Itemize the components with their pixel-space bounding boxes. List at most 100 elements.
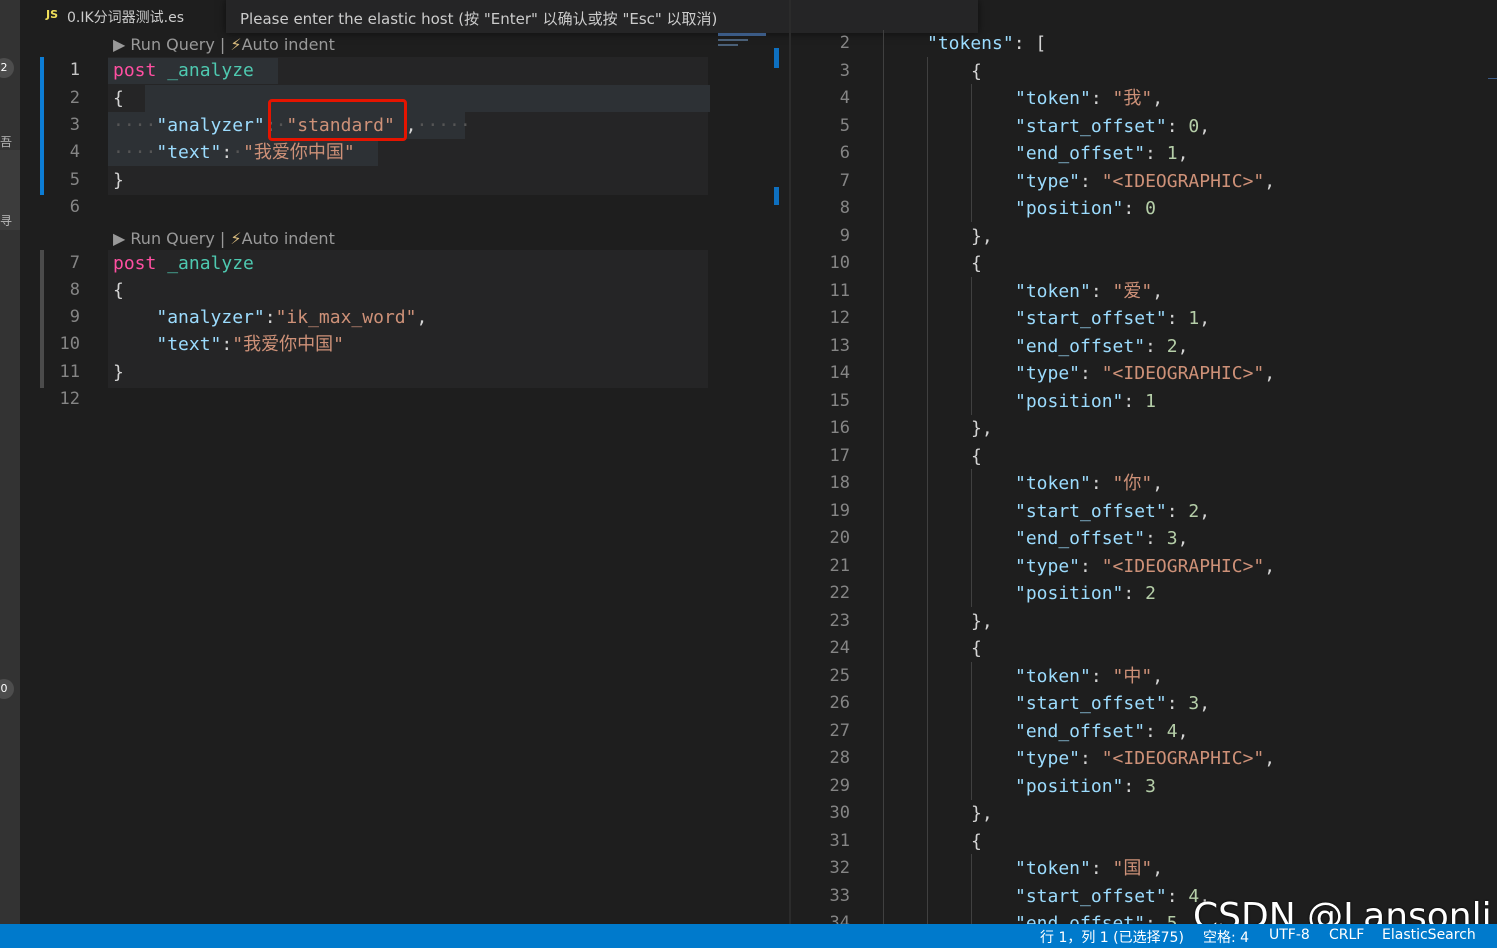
close-brace: } — [113, 362, 124, 383]
code-line-1[interactable]: post _analyze — [113, 57, 254, 84]
json-key: "tokens" — [927, 33, 1014, 54]
json-num: 3 — [1145, 775, 1156, 797]
code-line-9[interactable]: "analyzer":"ik_max_word", — [113, 304, 427, 331]
json-key: "token" — [1015, 280, 1091, 302]
line-number: 7 — [839, 170, 850, 191]
json-punctuation: : — [1090, 858, 1113, 879]
json-str: "我" — [1112, 88, 1153, 109]
result-line[interactable]: "token": "你", — [1015, 470, 1163, 498]
activity-glyph-b[interactable]: 寻 — [0, 212, 12, 229]
codelens-separator: | — [219, 35, 226, 54]
status-indent[interactable]: 空格: 4 — [1203, 927, 1249, 947]
code-line-2[interactable]: { — [113, 85, 124, 112]
json-punctuation: , — [1199, 693, 1211, 714]
result-line[interactable]: "position": 0 — [1015, 195, 1156, 223]
result-line[interactable]: { — [971, 635, 982, 663]
status-language[interactable]: ElasticSearch — [1382, 927, 1476, 943]
result-line[interactable]: }, — [971, 415, 993, 443]
line-number: 2 — [69, 88, 80, 108]
status-encoding[interactable]: UTF-8 — [1269, 927, 1310, 943]
code-line-11[interactable]: } — [113, 359, 124, 386]
result-line[interactable]: "start_offset": 2, — [1015, 498, 1210, 526]
editor-tab[interactable]: JS 0.IK分词器测试.es — [20, 0, 230, 34]
result-line[interactable]: "token": "国", — [1015, 855, 1163, 883]
code-line-4[interactable]: ····"text":·"我爱你中国" — [113, 139, 355, 166]
json-punctuation: , — [1199, 115, 1211, 137]
result-line[interactable]: { — [971, 828, 982, 856]
json-punctuation: : — [1166, 308, 1189, 329]
json-punctuation: , — [1264, 555, 1276, 577]
code-line-5[interactable]: } — [113, 167, 124, 194]
result-line[interactable]: }, — [971, 800, 993, 828]
comma: , — [405, 115, 417, 136]
line-number: 25 — [829, 665, 850, 686]
json-str: "<IDEOGRAPHIC>" — [1101, 748, 1265, 769]
codelens-separator: | — [219, 229, 226, 248]
line-number: 10 — [59, 334, 80, 354]
result-line[interactable]: "end_offset": 1, — [1015, 140, 1188, 168]
result-line[interactable]: }, — [971, 608, 993, 636]
json-num: 3 — [1166, 528, 1178, 549]
run-query-link[interactable]: Run Query — [130, 35, 214, 54]
activity-glyph-a[interactable]: 吾 — [0, 133, 12, 150]
json-punctuation: { — [971, 638, 982, 659]
line-number: 28 — [829, 748, 850, 768]
result-line[interactable]: "type": "<IDEOGRAPHIC>", — [1015, 168, 1275, 196]
json-str: "你" — [1112, 473, 1153, 494]
auto-indent-link[interactable]: Auto indent — [242, 229, 335, 248]
result-line[interactable]: "end_offset": 2, — [1015, 333, 1188, 361]
run-query-link[interactable]: Run Query — [130, 229, 214, 248]
result-line[interactable]: "start_offset": 0, — [1015, 113, 1210, 141]
result-line[interactable]: "token": "中", — [1015, 663, 1163, 691]
json-num: 1 — [1166, 143, 1178, 164]
result-line[interactable]: "start_offset": 1, — [1015, 305, 1210, 333]
javascript-file-icon: JS — [46, 8, 59, 21]
split-divider[interactable] — [789, 0, 791, 924]
minimap[interactable] — [716, 30, 772, 50]
result-line[interactable]: "token": "爱", — [1015, 278, 1163, 306]
line-number: 23 — [829, 610, 850, 631]
result-line[interactable]: }, — [971, 223, 993, 251]
result-line[interactable]: "position": 3 — [1015, 773, 1156, 801]
code-line-10[interactable]: "text":"我爱你中国" — [113, 331, 344, 358]
result-line[interactable]: "start_offset": 3, — [1015, 690, 1210, 718]
elastic-host-prompt[interactable]: Please enter the elastic host (按 "Enter"… — [226, 0, 978, 33]
json-key: "position" — [1015, 583, 1124, 604]
result-line[interactable]: "end_offset": 3, — [1015, 525, 1188, 553]
codelens-2: ▶ Run Query | ⚡Auto indent — [113, 229, 335, 248]
json-num: 1 — [1145, 390, 1156, 412]
result-line[interactable]: "type": "<IDEOGRAPHIC>", — [1015, 745, 1275, 773]
colon: : — [264, 307, 276, 328]
result-line[interactable]: "token": "我", — [1015, 85, 1163, 113]
result-line[interactable]: "type": "<IDEOGRAPHIC>", — [1015, 360, 1275, 388]
result-line[interactable]: "tokens": [ — [927, 30, 1046, 58]
result-line[interactable]: { — [971, 443, 982, 471]
result-line[interactable]: "position": 1 — [1015, 388, 1156, 416]
line-number: 20 — [829, 528, 850, 548]
json-num: 2 — [1188, 500, 1200, 522]
status-cursor-position[interactable]: 行 1，列 1 (已选择75) — [1040, 927, 1184, 947]
json-punctuation: : — [1090, 280, 1113, 302]
auto-indent-link[interactable]: Auto indent — [242, 35, 335, 54]
selection-line-2 — [145, 85, 710, 112]
result-line[interactable]: { — [971, 58, 982, 86]
result-line[interactable]: "type": "<IDEOGRAPHIC>", — [1015, 553, 1275, 581]
json-punctuation: : — [1166, 115, 1189, 137]
code-line-8[interactable]: { — [113, 277, 124, 304]
status-eol[interactable]: CRLF — [1329, 927, 1364, 943]
result-line[interactable]: "start_offset": 4, — [1015, 883, 1210, 911]
line-number: 13 — [829, 335, 850, 356]
json-punctuation: , — [1177, 528, 1189, 549]
result-line[interactable]: "end_offset": 4, — [1015, 718, 1188, 746]
json-key: "position" — [1015, 775, 1124, 797]
result-line[interactable]: "position": 2 — [1015, 580, 1156, 608]
json-key: "end_offset" — [1015, 335, 1146, 357]
run-icon: ▶ — [113, 229, 126, 248]
code-line-7[interactable]: post _analyze — [113, 250, 254, 277]
json-punctuation: : — [1090, 665, 1113, 687]
json-punctuation: , — [1199, 500, 1211, 522]
result-line[interactable]: { — [971, 250, 982, 278]
line-number: 17 — [829, 445, 850, 466]
json-punctuation: }, — [971, 610, 993, 632]
json-punctuation: : — [1080, 555, 1102, 577]
